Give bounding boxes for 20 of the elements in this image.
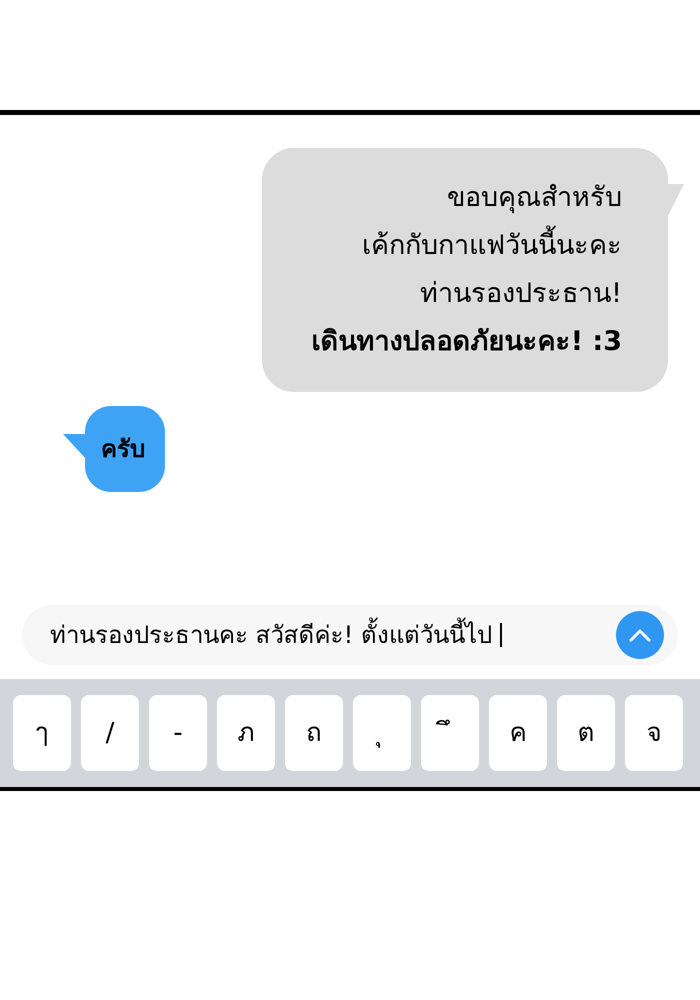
keyboard-key[interactable]: -	[149, 695, 207, 771]
keyboard-key[interactable]: ๅ	[13, 695, 71, 771]
keyboard-key[interactable]: ค	[489, 695, 547, 771]
keyboard-key[interactable]: /	[81, 695, 139, 771]
message-text: ท่านรองประธาน!	[420, 277, 622, 311]
keyboard-key[interactable]: ภ	[217, 695, 275, 771]
message-text: ขอบคุณสำหรับ	[447, 181, 622, 216]
keyboard-key[interactable]: ึ	[421, 695, 479, 771]
keyboard-key[interactable]: ถ	[285, 695, 343, 771]
keyboard-key[interactable]: ุ	[353, 695, 411, 771]
keyboard-key[interactable]: ต	[557, 695, 615, 771]
text-cursor	[500, 623, 502, 647]
message-text: เค้กกับกาแฟวันนี้นะคะ	[362, 222, 622, 270]
send-button[interactable]	[616, 611, 664, 659]
keyboard-key[interactable]: จ	[625, 695, 683, 771]
message-text: ครับ	[101, 434, 146, 465]
message-input-field[interactable]: ท่านรองประธานคะ สวัสดีค่ะ! ตั้งแต่วันนี้ไป	[22, 605, 678, 665]
input-text: ท่านรองประธานคะ สวัสดีค่ะ! ตั้งแต่วันนี้ไป	[50, 617, 492, 653]
message-text: เดินทางปลอดภัยนะคะ! :3	[312, 325, 622, 359]
chevron-up-icon	[629, 628, 651, 642]
